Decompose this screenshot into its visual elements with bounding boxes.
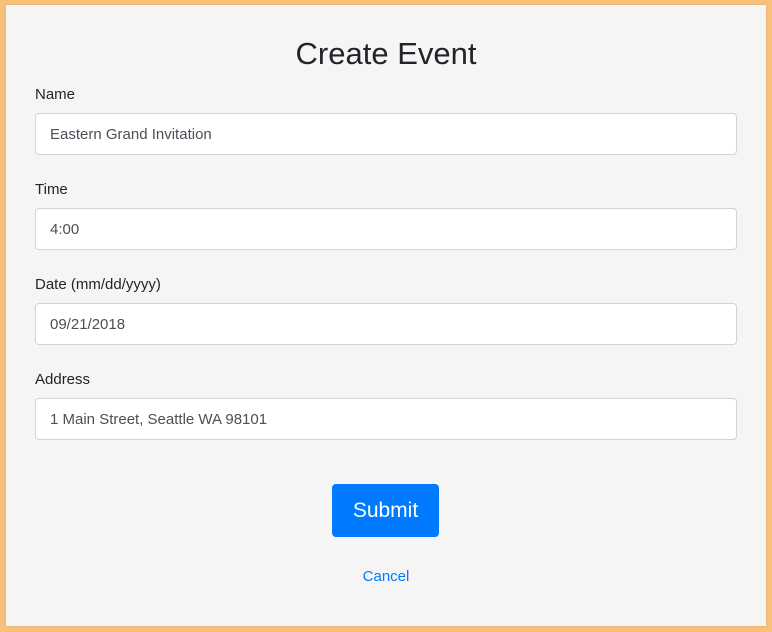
date-input[interactable] (35, 303, 737, 345)
create-event-card: Create Event Name Time Date (mm/dd/yyyy)… (6, 5, 766, 626)
date-label: Date (mm/dd/yyyy) (35, 276, 161, 293)
name-label: Name (35, 86, 76, 103)
name-input[interactable] (35, 113, 737, 155)
page-title: Create Event (295, 36, 477, 71)
submit-button[interactable]: Submit (332, 484, 439, 537)
cancel-link[interactable]: Cancel (6, 569, 766, 584)
time-input[interactable] (35, 208, 737, 250)
time-label: Time (35, 181, 68, 198)
address-input[interactable] (35, 398, 737, 440)
address-label: Address (35, 371, 91, 388)
